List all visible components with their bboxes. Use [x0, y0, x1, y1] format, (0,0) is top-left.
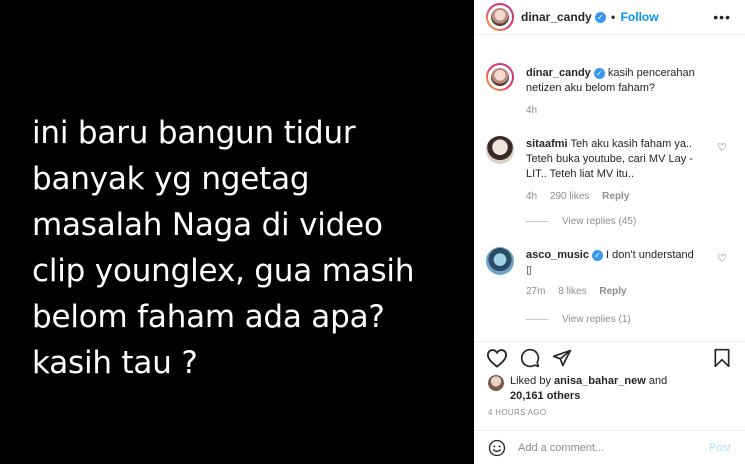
liker-avatar[interactable]	[488, 375, 504, 391]
post-header: dinar_candy ✓ • Follow •••	[474, 0, 745, 35]
avatar[interactable]	[486, 3, 514, 31]
caption-meta: 4h	[526, 105, 547, 116]
view-replies-label: View replies (1)	[562, 314, 631, 325]
reply-button[interactable]: Reply	[599, 286, 626, 297]
comment-text: sitaafmi Teh aku kasih faham ya.. Teteh …	[526, 137, 701, 182]
emoji-icon[interactable]	[488, 439, 506, 457]
post-button[interactable]: Post	[709, 442, 731, 454]
comment-likes[interactable]: 290 likes	[550, 191, 589, 202]
caption-text: dinar_candy ✓ kasih pencerahan netizen ak…	[526, 66, 701, 96]
liker-username[interactable]: anisa_bahar_new	[554, 375, 646, 387]
verified-icon: ✓	[593, 67, 605, 79]
comment-username[interactable]: sitaafmi	[526, 138, 568, 150]
comment-likes[interactable]: 8 likes	[558, 286, 586, 297]
comment-username[interactable]: asco_music	[526, 249, 589, 261]
reply-button[interactable]: Reply	[602, 191, 629, 202]
replies-divider	[526, 318, 548, 320]
post-image[interactable]: ini baru bangun tidur banyak yg ngetag m…	[0, 0, 474, 464]
comment-time[interactable]: 4h	[526, 191, 537, 202]
comment-glyph: ▯	[526, 264, 533, 276]
comment-like-heart-icon[interactable]: ♡	[717, 141, 727, 154]
add-comment-bar: Post	[474, 430, 745, 465]
comment-meta: 4h 290 likes Reply	[526, 191, 639, 202]
bookmark-icon[interactable]	[713, 348, 731, 368]
comment-icon[interactable]	[520, 348, 540, 368]
comment-body: I don't understand	[606, 249, 694, 261]
follow-button[interactable]: Follow	[621, 10, 659, 24]
caption-time[interactable]: 4h	[526, 105, 537, 116]
replies-divider	[526, 220, 548, 222]
caption-username[interactable]: dinar_candy	[526, 67, 591, 79]
caption-avatar[interactable]	[486, 63, 514, 91]
avatar-photo	[491, 68, 509, 86]
heart-icon[interactable]	[486, 348, 508, 368]
comments-list[interactable]: dinar_candy ✓ kasih pencerahan netizen ak…	[474, 35, 745, 340]
action-bar	[474, 341, 745, 372]
view-replies-label: View replies (45)	[562, 216, 637, 227]
avatar-ring-inner	[488, 5, 512, 29]
comment-input[interactable]	[518, 439, 698, 457]
likes-text: Liked by anisa_bahar_new and 20,161 othe…	[510, 374, 735, 404]
post-image-text: ini baru bangun tidur banyak yg ngetag m…	[32, 115, 415, 381]
verified-icon: ✓	[591, 249, 603, 261]
view-replies-button[interactable]: View replies (45)	[526, 216, 636, 227]
verified-icon: ✓	[594, 12, 606, 24]
likes-others[interactable]: 20,161 others	[510, 390, 580, 402]
avatar-photo	[491, 8, 509, 26]
post-modal: ini baru bangun tidur banyak yg ngetag m…	[0, 0, 745, 464]
comment-text: asco_music ✓ I don't understand ▯	[526, 248, 701, 278]
view-replies-button[interactable]: View replies (1)	[526, 314, 631, 325]
post-timestamp[interactable]: 4 HOURS AGO	[488, 408, 546, 417]
comment-time[interactable]: 27m	[526, 286, 545, 297]
header-user-row: dinar_candy ✓ • Follow	[521, 10, 659, 24]
share-icon[interactable]	[552, 348, 572, 368]
likes-and: and	[648, 375, 668, 387]
avatar-ring-inner	[488, 65, 512, 89]
more-icon[interactable]: •••	[713, 9, 731, 25]
post-side-panel: dinar_candy ✓ • Follow ••• dinar_candy ✓ k…	[474, 0, 745, 464]
comment-like-heart-icon[interactable]: ♡	[717, 252, 727, 265]
header-username[interactable]: dinar_candy	[521, 10, 592, 24]
comment-meta: 27m 8 likes Reply	[526, 286, 637, 297]
separator-dot: •	[611, 10, 616, 24]
comment-avatar[interactable]	[486, 247, 514, 275]
likes-prefix: Liked by	[510, 375, 551, 387]
comment-avatar[interactable]	[486, 136, 514, 164]
